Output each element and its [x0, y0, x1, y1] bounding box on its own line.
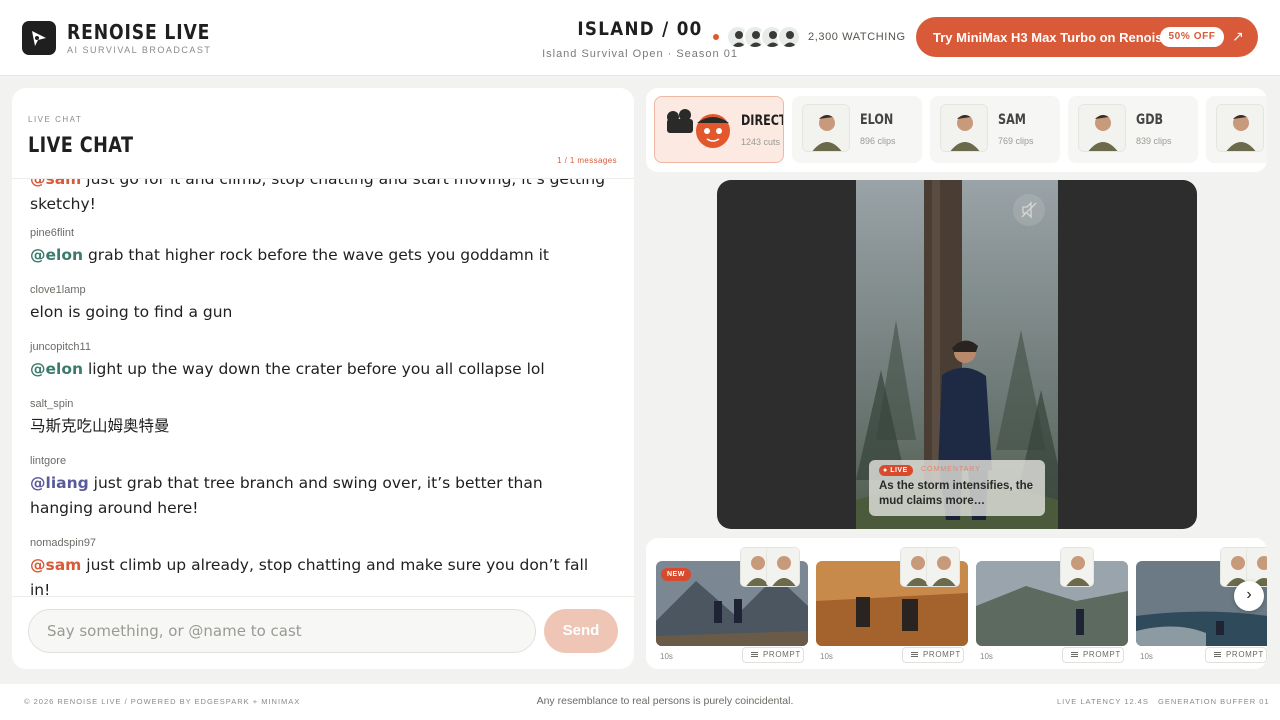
latency-readout: LIVE LATENCY 12.4S	[1057, 697, 1149, 706]
portrait-icon	[1060, 547, 1094, 587]
prompt-button[interactable]: PROMPT	[1205, 647, 1267, 663]
brand-title: RENOISE LIVE	[67, 20, 211, 44]
message-body: just grab that tree branch and swing ove…	[30, 474, 543, 517]
chat-username[interactable]: salt_spin	[30, 398, 610, 410]
send-button[interactable]: Send	[544, 609, 618, 653]
chat-username[interactable]: pine6flint	[30, 227, 610, 239]
external-arrow-icon: ↗	[1232, 28, 1244, 44]
cast-card[interactable]: DIRECTOR 1243 cuts	[654, 96, 784, 163]
chat-message: @sam just go for it and climb, stop chat…	[30, 179, 610, 217]
chat-message: juncopitch11 @elon light up the way down …	[30, 341, 610, 382]
portrait-icon	[802, 104, 850, 152]
clip-duration: 10s	[1140, 652, 1153, 661]
commentary-overlay: ● LIVE COMMENTARY As the storm intensifi…	[869, 460, 1045, 516]
chat-input[interactable]	[28, 609, 536, 653]
commentary-text: As the storm intensifies, the mud claims…	[879, 480, 1034, 507]
chat-username[interactable]: nomadspin97	[30, 537, 610, 549]
copyright: © 2026 RENOISE LIVE / POWERED BY EDGESPA…	[24, 697, 301, 706]
live-badge: ● LIVE	[879, 465, 913, 476]
message-body: just go for it and climb, stop chatting …	[30, 179, 606, 213]
chat-message-text: 马斯克吃山姆奥特曼	[30, 414, 610, 439]
chat-message-text: @elon grab that higher rock before the w…	[30, 243, 610, 268]
clips-carousel: NEW 10s PROMPT 10s PROMPT 10s PROMPT 10s PROMPT ›	[646, 538, 1267, 669]
episode-title: ISLAND / 00	[577, 18, 703, 40]
prompt-button[interactable]: PROMPT	[1062, 647, 1124, 663]
cast-clip-count: 839 clips	[1136, 136, 1172, 146]
divider	[12, 596, 634, 597]
message-body: light up the way down the crater before …	[83, 360, 545, 378]
chat-title: LIVE CHAT	[28, 133, 134, 157]
muted-speaker-icon	[1021, 201, 1037, 219]
chat-message: clove1lamp elon is going to find a gun	[30, 284, 610, 325]
chat-username[interactable]: juncopitch11	[30, 341, 610, 353]
clip-duration: 10s	[980, 652, 993, 661]
cast-clip-count: 1243 cuts	[741, 137, 781, 147]
chat-panel: LIVE CHAT LIVE CHAT 1 / 1 messages @sam …	[12, 88, 634, 669]
chat-message: salt_spin 马斯克吃山姆奥特曼	[30, 398, 610, 439]
cast-selector: DIRECTOR 1243 cuts ELON 896 clips SAM 769 cli…	[646, 88, 1267, 172]
mention[interactable]: @sam	[30, 556, 81, 574]
cast-clip-count: 896 clips	[860, 136, 896, 146]
promo-label: Try MiniMax H3 Max Turbo on Renoise	[933, 30, 1170, 45]
portrait-icon	[1216, 104, 1264, 152]
commentary-label: COMMENTARY	[921, 466, 981, 473]
video-player[interactable]: ● LIVE COMMENTARY As the storm intensifi…	[717, 180, 1197, 529]
promo-button[interactable]: Try MiniMax H3 Max Turbo on Renoise 50% …	[916, 17, 1258, 57]
prompt-button[interactable]: PROMPT	[742, 647, 804, 663]
chat-message: lintgore @liang just grab that tree branc…	[30, 455, 610, 521]
episode-subtitle: Island Survival Open · Season 01	[542, 48, 738, 60]
chat-username[interactable]: clove1lamp	[30, 284, 610, 296]
footer: © 2026 RENOISE LIVE / POWERED BY EDGESPA…	[0, 684, 1280, 720]
portrait-icon	[926, 547, 960, 587]
mention[interactable]: @elon	[30, 360, 83, 378]
next-arrow-button[interactable]: ›	[1234, 581, 1264, 611]
camera-mascot-icon	[663, 105, 733, 153]
new-badge: NEW	[661, 568, 691, 581]
chat-message-text: @sam just go for it and climb, stop chat…	[30, 179, 610, 217]
message-count: 1 / 1 messages	[557, 156, 617, 165]
portrait-icon	[1078, 104, 1126, 152]
clip-thumbnail[interactable]	[976, 561, 1128, 646]
cast-card[interactable]: GDB 839 clips	[1068, 96, 1198, 163]
chat-message-text: @liang just grab that tree branch and sw…	[30, 471, 610, 521]
message-body: 马斯克吃山姆奥特曼	[30, 417, 170, 435]
cast-card[interactable]: SAM 769 clips	[930, 96, 1060, 163]
live-indicator-dot	[713, 34, 719, 40]
message-body: grab that higher rock before the wave ge…	[83, 246, 549, 264]
brand-logo-icon[interactable]	[22, 21, 56, 55]
cast-name: ELON	[860, 112, 894, 128]
disclaimer: Any resemblance to real persons is purel…	[536, 695, 794, 707]
avatar	[777, 25, 801, 49]
message-body: just climb up already, stop chatting and…	[30, 556, 589, 596]
message-body: elon is going to find a gun	[30, 303, 233, 321]
message-list[interactable]: @sam just go for it and climb, stop chat…	[12, 179, 634, 596]
chat-username[interactable]: lintgore	[30, 455, 610, 467]
cast-clip-count: 769 clips	[998, 136, 1034, 146]
clip-duration: 10s	[820, 652, 833, 661]
chat-message-text: elon is going to find a gun	[30, 300, 610, 325]
cast-card[interactable]: ELON 896 clips	[792, 96, 922, 163]
brand-subtitle: AI SURVIVAL BROADCAST	[67, 45, 212, 55]
viewer-count: 2,300 WATCHING	[808, 31, 906, 43]
discount-badge: 50% OFF	[1160, 27, 1224, 47]
portrait-icon	[940, 104, 988, 152]
cast-name: DIRECTOR	[741, 113, 783, 129]
chat-message-text: @sam just climb up already, stop chattin…	[30, 553, 610, 596]
chat-eyebrow: LIVE CHAT	[28, 115, 83, 124]
mention[interactable]: @sam	[30, 179, 81, 188]
chat-message: pine6flint @elon grab that higher rock be…	[30, 227, 610, 268]
cast-name: SAM	[998, 112, 1026, 128]
top-bar: RENOISE LIVE AI SURVIVAL BROADCAST ISLAN…	[0, 0, 1280, 76]
clip-duration: 10s	[660, 652, 673, 661]
mention[interactable]: @liang	[30, 474, 89, 492]
chat-message: nomadspin97 @sam just climb up already, s…	[30, 537, 610, 596]
cast-card[interactable]	[1206, 96, 1267, 163]
portrait-icon	[766, 547, 800, 587]
mute-toggle[interactable]	[1013, 194, 1045, 226]
prompt-button[interactable]: PROMPT	[902, 647, 964, 663]
chat-message-text: @elon light up the way down the crater b…	[30, 357, 610, 382]
cast-name: GDB	[1136, 112, 1164, 128]
mention[interactable]: @elon	[30, 246, 83, 264]
buffer-readout: GENERATION BUFFER 01	[1158, 697, 1270, 706]
